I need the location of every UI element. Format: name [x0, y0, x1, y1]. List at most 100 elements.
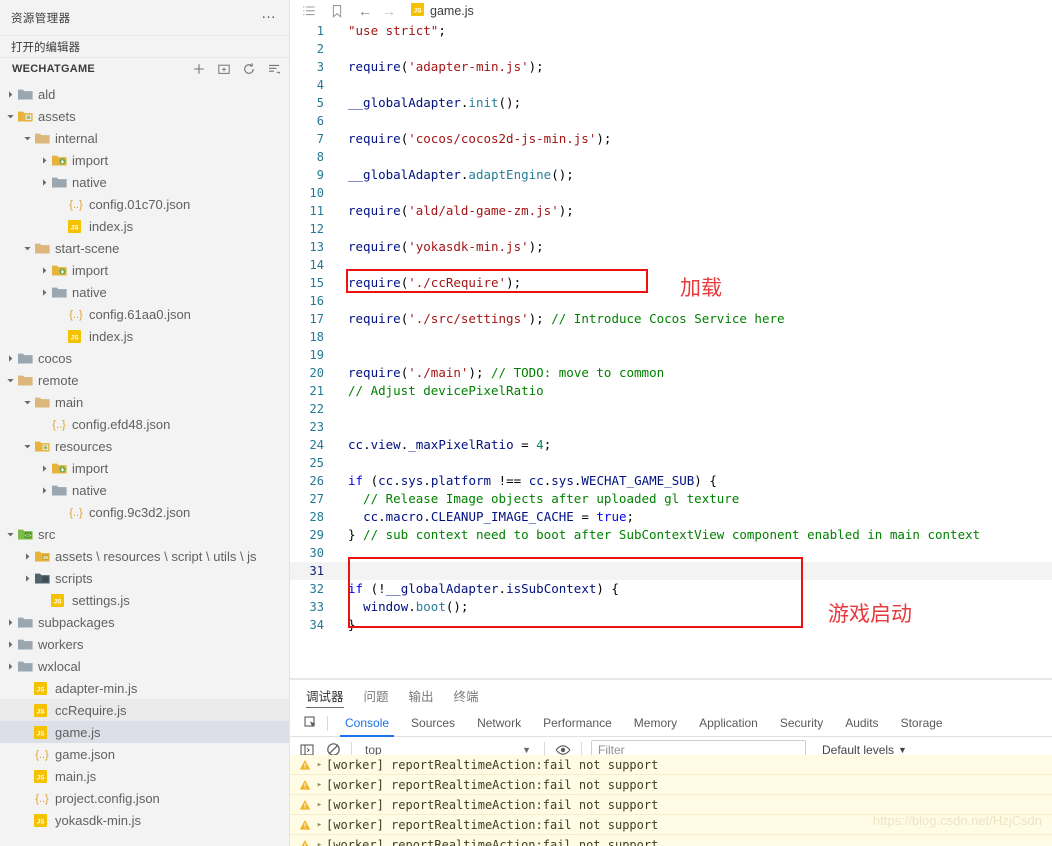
tree-item-config.efd48.json[interactable]: {..} config.efd48.json	[0, 413, 289, 435]
code-line[interactable]: 19	[290, 346, 1052, 364]
line-content[interactable]: }	[336, 616, 356, 634]
chevron-right-icon[interactable]	[4, 90, 17, 99]
code-line[interactable]: 7 require('cocos/cocos2d-js-min.js');	[290, 130, 1052, 148]
devtools-tab-sources[interactable]: Sources	[400, 710, 466, 737]
tree-item-yokasdk-min.js[interactable]: JS yokasdk-min.js	[0, 809, 289, 831]
console-message[interactable]: ▸ [worker] reportRealtimeAction:fail not …	[290, 775, 1052, 795]
line-content[interactable]: cc.view._maxPixelRatio = 4;	[336, 436, 551, 454]
tree-item-game.json[interactable]: {..} game.json	[0, 743, 289, 765]
tree-item-import[interactable]: import	[0, 457, 289, 479]
open-editors-section[interactable]: 打开的编辑器	[0, 35, 289, 57]
devtools-tab-performance[interactable]: Performance	[532, 710, 623, 737]
console-message[interactable]: ▸ [worker] reportRealtimeAction:fail not …	[290, 815, 1052, 835]
chevron-right-icon[interactable]	[38, 178, 51, 187]
console-message[interactable]: ▸ [worker] reportRealtimeAction:fail not …	[290, 795, 1052, 815]
navigate-back-icon[interactable]: ←	[358, 3, 382, 19]
code-line[interactable]: 15 require('./ccRequire');	[290, 274, 1052, 292]
code-line[interactable]: 3 require('adapter-min.js');	[290, 58, 1052, 76]
tree-item-settings.js[interactable]: JS settings.js	[0, 589, 289, 611]
code-line[interactable]: 2	[290, 40, 1052, 58]
tree-item-assets[interactable]: assets	[0, 105, 289, 127]
tree-item-ccrequire.js[interactable]: JS ccRequire.js	[0, 699, 289, 721]
inspect-element-icon[interactable]	[297, 716, 325, 730]
console-message[interactable]: ▸ [worker] reportRealtimeAction:fail not …	[290, 755, 1052, 775]
tree-item-start-scene[interactable]: start-scene	[0, 237, 289, 259]
list-icon[interactable]	[302, 4, 330, 18]
code-line[interactable]: 29} // sub context need to boot after Su…	[290, 526, 1052, 544]
chevron-down-icon[interactable]	[4, 112, 17, 121]
panel-tab-终端[interactable]: 终端	[454, 680, 479, 710]
devtools-tab-application[interactable]: Application	[688, 710, 769, 737]
devtools-tab-security[interactable]: Security	[769, 710, 834, 737]
devtools-tab-network[interactable]: Network	[466, 710, 532, 737]
tree-item-scripts[interactable]: scripts	[0, 567, 289, 589]
new-folder-icon[interactable]	[217, 62, 231, 76]
tree-item-import[interactable]: import	[0, 259, 289, 281]
chevron-right-icon[interactable]	[21, 552, 34, 561]
code-line[interactable]: 6	[290, 112, 1052, 130]
chevron-right-icon[interactable]	[38, 464, 51, 473]
code-editor[interactable]: 1 "use strict"; 2 3 require('adapter-min.js'…	[290, 22, 1052, 679]
line-content[interactable]: require('cocos/cocos2d-js-min.js');	[336, 130, 611, 148]
code-line[interactable]: 27 // Release Image objects after upload…	[290, 490, 1052, 508]
line-content[interactable]: // Release Image objects after uploaded …	[336, 490, 739, 508]
devtools-tab-storage[interactable]: Storage	[890, 710, 954, 737]
tree-item-main.js[interactable]: JS main.js	[0, 765, 289, 787]
code-line[interactable]: 14	[290, 256, 1052, 274]
tree-item-remote[interactable]: remote	[0, 369, 289, 391]
line-content[interactable]: window.boot();	[336, 598, 468, 616]
code-line[interactable]: 34}	[290, 616, 1052, 634]
devtools-tab-memory[interactable]: Memory	[623, 710, 688, 737]
collapse-all-icon[interactable]	[267, 62, 281, 76]
tree-item-native[interactable]: native	[0, 171, 289, 193]
chevron-right-icon[interactable]	[4, 354, 17, 363]
code-line[interactable]: 31	[290, 562, 1052, 580]
refresh-icon[interactable]	[242, 62, 256, 76]
bookmark-icon[interactable]	[330, 4, 358, 19]
line-content[interactable]	[336, 562, 349, 580]
code-line[interactable]: 13 require('yokasdk-min.js');	[290, 238, 1052, 256]
expand-message-icon[interactable]: ▸	[313, 760, 326, 770]
code-line[interactable]: 12	[290, 220, 1052, 238]
chevron-down-icon[interactable]	[21, 442, 34, 451]
line-content[interactable]: __globalAdapter.init();	[336, 94, 521, 112]
tree-item-main[interactable]: main	[0, 391, 289, 413]
code-line[interactable]: 26 if (cc.sys.platform !== cc.sys.WECHAT_…	[290, 472, 1052, 490]
tree-item-config.01c70.json[interactable]: {..} config.01c70.json	[0, 193, 289, 215]
chevron-down-icon[interactable]	[4, 376, 17, 385]
code-line[interactable]: 24 cc.view._maxPixelRatio = 4;	[290, 436, 1052, 454]
line-content[interactable]: if (cc.sys.platform !== cc.sys.WECHAT_GA…	[336, 472, 717, 490]
explorer-more-icon[interactable]: …	[261, 6, 277, 25]
chevron-right-icon[interactable]	[38, 288, 51, 297]
chevron-right-icon[interactable]	[4, 640, 17, 649]
devtools-tabs[interactable]: Console Sources Network Performance Memory Ap…	[334, 710, 954, 737]
tree-item-wxlocal[interactable]: wxlocal	[0, 655, 289, 677]
code-line[interactable]: 10	[290, 184, 1052, 202]
expand-message-icon[interactable]: ▸	[313, 800, 326, 810]
panel-tab-输出[interactable]: 输出	[409, 680, 434, 710]
line-content[interactable]: __globalAdapter.adaptEngine();	[336, 166, 574, 184]
expand-message-icon[interactable]: ▸	[313, 840, 326, 846]
chevron-right-icon[interactable]	[38, 156, 51, 165]
console-messages[interactable]: ▸ [worker] reportRealtimeAction:fail not …	[290, 755, 1052, 846]
tree-item-assets-resources-script-utils-js[interactable]: JS assets \ resources \ script \ utils \ …	[0, 545, 289, 567]
panel-tab-调试器[interactable]: 调试器	[306, 680, 344, 710]
chevron-right-icon[interactable]	[4, 662, 17, 671]
tree-item-config.9c3d2.json[interactable]: {..} config.9c3d2.json	[0, 501, 289, 523]
line-content[interactable]: cc.macro.CLEANUP_IMAGE_CACHE = true;	[336, 508, 634, 526]
line-content[interactable]: if (!__globalAdapter.isSubContext) {	[336, 580, 619, 598]
chevron-down-icon[interactable]	[4, 530, 17, 539]
tree-item-cocos[interactable]: cocos	[0, 347, 289, 369]
code-line[interactable]: 22	[290, 400, 1052, 418]
tree-item-adapter-min.js[interactable]: JS adapter-min.js	[0, 677, 289, 699]
code-line[interactable]: 9 __globalAdapter.adaptEngine();	[290, 166, 1052, 184]
code-line[interactable]: 5 __globalAdapter.init();	[290, 94, 1052, 112]
chevron-down-icon[interactable]	[21, 244, 34, 253]
console-message[interactable]: ▸ [worker] reportRealtimeAction:fail not …	[290, 835, 1052, 846]
code-line[interactable]: 21 // Adjust devicePixelRatio	[290, 382, 1052, 400]
code-line[interactable]: 30	[290, 544, 1052, 562]
code-lines[interactable]: 1 "use strict"; 2 3 require('adapter-min.js'…	[290, 22, 1052, 634]
new-file-icon[interactable]	[192, 62, 206, 76]
chevron-right-icon[interactable]	[21, 574, 34, 583]
line-content[interactable]: } // sub context need to boot after SubC…	[336, 526, 980, 544]
